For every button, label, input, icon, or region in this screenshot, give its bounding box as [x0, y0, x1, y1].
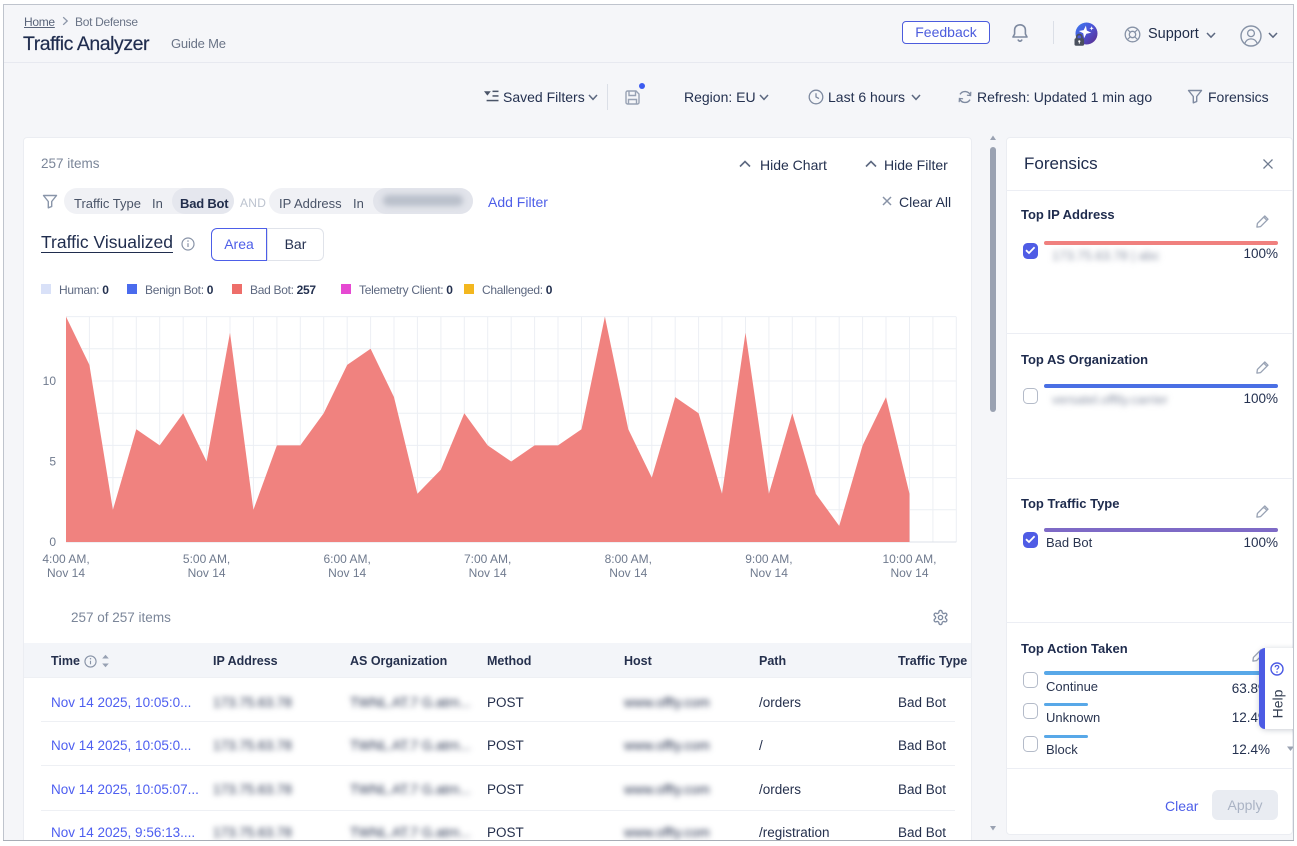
svg-text:Nov 14: Nov 14	[890, 566, 928, 580]
svg-text:Nov 14: Nov 14	[469, 566, 507, 580]
svg-text:4:00 AM,: 4:00 AM,	[42, 552, 89, 566]
svg-text:9:00 AM,: 9:00 AM,	[745, 552, 792, 566]
svg-text:Nov 14: Nov 14	[609, 566, 647, 580]
svg-text:Nov 14: Nov 14	[188, 566, 226, 580]
svg-text:Nov 14: Nov 14	[328, 566, 366, 580]
svg-text:Nov 14: Nov 14	[750, 566, 788, 580]
svg-text:8:00 AM,: 8:00 AM,	[605, 552, 652, 566]
svg-text:6:00 AM,: 6:00 AM,	[324, 552, 371, 566]
svg-text:5:00 AM,: 5:00 AM,	[183, 552, 230, 566]
svg-text:0: 0	[49, 535, 56, 549]
svg-text:7:00 AM,: 7:00 AM,	[464, 552, 511, 566]
svg-text:Nov 14: Nov 14	[47, 566, 85, 580]
svg-text:5: 5	[49, 455, 56, 469]
svg-text:10:00 AM,: 10:00 AM,	[882, 552, 936, 566]
svg-text:10: 10	[43, 374, 57, 388]
